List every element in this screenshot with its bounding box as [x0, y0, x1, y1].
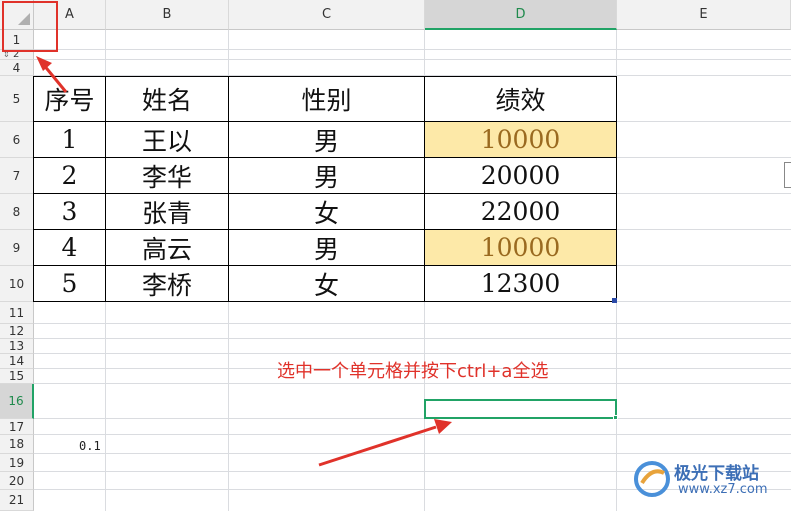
row-header-12[interactable]: 12 [0, 324, 34, 339]
gridline [34, 434, 791, 435]
gridline [34, 453, 791, 454]
row-header-17[interactable]: 17 [0, 419, 34, 435]
instruction-annotation: 选中一个单元格并按下ctrl+a全选 [277, 361, 549, 382]
watermark-logo: 极光下载站 www.xz7.com [632, 457, 787, 501]
fill-handle[interactable] [613, 415, 618, 420]
gridline [34, 338, 791, 339]
row-header-14[interactable]: 14 [0, 354, 34, 369]
row-header-15[interactable]: 15 [0, 369, 34, 384]
row-header-16[interactable]: 16 [0, 384, 34, 419]
corner-highlight-box [2, 1, 58, 52]
row-header-5[interactable]: 5 [0, 76, 34, 122]
table-cell[interactable]: 3 [34, 194, 106, 230]
column-header-d[interactable]: D [425, 0, 617, 30]
gridline [34, 353, 791, 354]
table-cell[interactable]: 女 [229, 266, 425, 302]
table-cell[interactable]: 4 [34, 230, 106, 266]
row-header-8[interactable]: 8 [0, 194, 34, 230]
table-cell[interactable]: 男 [229, 230, 425, 266]
table-cell[interactable]: 李华 [106, 158, 229, 194]
table-cell[interactable]: 20000 [425, 158, 617, 194]
row-header-19[interactable]: 19 [0, 454, 34, 472]
watermark-swirl-icon [634, 461, 670, 497]
row-header-6[interactable]: 6 [0, 122, 34, 158]
column-header-e[interactable]: E [617, 0, 791, 30]
table-cell[interactable]: 女 [229, 194, 425, 230]
gridline [617, 121, 791, 122]
watermark-title: 极光下载站 [674, 464, 759, 484]
header-cell-name[interactable]: 姓名 [106, 77, 229, 122]
data-table: 序号 姓名 性别 绩效 1 王以 男 10000 2 李华 男 20000 3 … [34, 76, 617, 303]
gridline [34, 49, 791, 50]
table-cell[interactable]: 2 [34, 158, 106, 194]
spreadsheet: A B C D E 1 ⇕ 2 4 5 6 7 8 9 10 11 12 13 … [0, 0, 791, 511]
table-cell[interactable]: 李桥 [106, 266, 229, 302]
gridline [617, 265, 791, 266]
table-cell[interactable]: 张青 [106, 194, 229, 230]
watermark-url: www.xz7.com [678, 482, 768, 497]
header-cell-index[interactable]: 序号 [34, 77, 106, 122]
row-header-9[interactable]: 9 [0, 230, 34, 266]
gridline [617, 157, 791, 158]
table-cell[interactable]: 1 [34, 122, 106, 158]
autofill-handle[interactable] [612, 298, 617, 303]
gridline [34, 383, 791, 384]
row-header-20[interactable]: 20 [0, 472, 34, 490]
table-cell[interactable]: 高云 [106, 230, 229, 266]
gridline [617, 193, 791, 194]
gridline [617, 229, 791, 230]
gridline [34, 323, 791, 324]
cell-value-b18[interactable]: 0.1 [79, 439, 101, 453]
selected-cell[interactable] [424, 399, 617, 419]
gridline [34, 59, 791, 60]
row-header-7[interactable]: 7 [0, 158, 34, 194]
row-header-10[interactable]: 10 [0, 266, 34, 302]
table-cell[interactable]: 22000 [425, 194, 617, 230]
table-cell[interactable]: 5 [34, 266, 106, 302]
table-cell[interactable]: 12300 [425, 266, 617, 302]
header-cell-gender[interactable]: 性别 [229, 77, 425, 122]
table-cell-highlighted[interactable]: 10000 [425, 230, 617, 266]
table-cell[interactable]: 王以 [106, 122, 229, 158]
row-header-11[interactable]: 11 [0, 302, 34, 324]
arrow-to-cell-line [318, 425, 437, 467]
table-cell-highlighted[interactable]: 10000 [425, 122, 617, 158]
header-cell-performance[interactable]: 绩效 [425, 77, 617, 122]
table-cell[interactable]: 男 [229, 122, 425, 158]
arrow-to-cell-head [434, 419, 452, 434]
row-header-13[interactable]: 13 [0, 339, 34, 354]
row-header-4[interactable]: 4 [0, 60, 34, 76]
column-header-b[interactable]: B [106, 0, 229, 30]
gridline [34, 418, 791, 419]
table-cell[interactable]: 男 [229, 158, 425, 194]
column-header-c[interactable]: C [229, 0, 425, 30]
row-header-18[interactable]: 18 [0, 435, 34, 454]
offscreen-cell-fragment [784, 162, 791, 188]
row-header-21[interactable]: 21 [0, 490, 34, 511]
table-left-border [33, 76, 34, 302]
